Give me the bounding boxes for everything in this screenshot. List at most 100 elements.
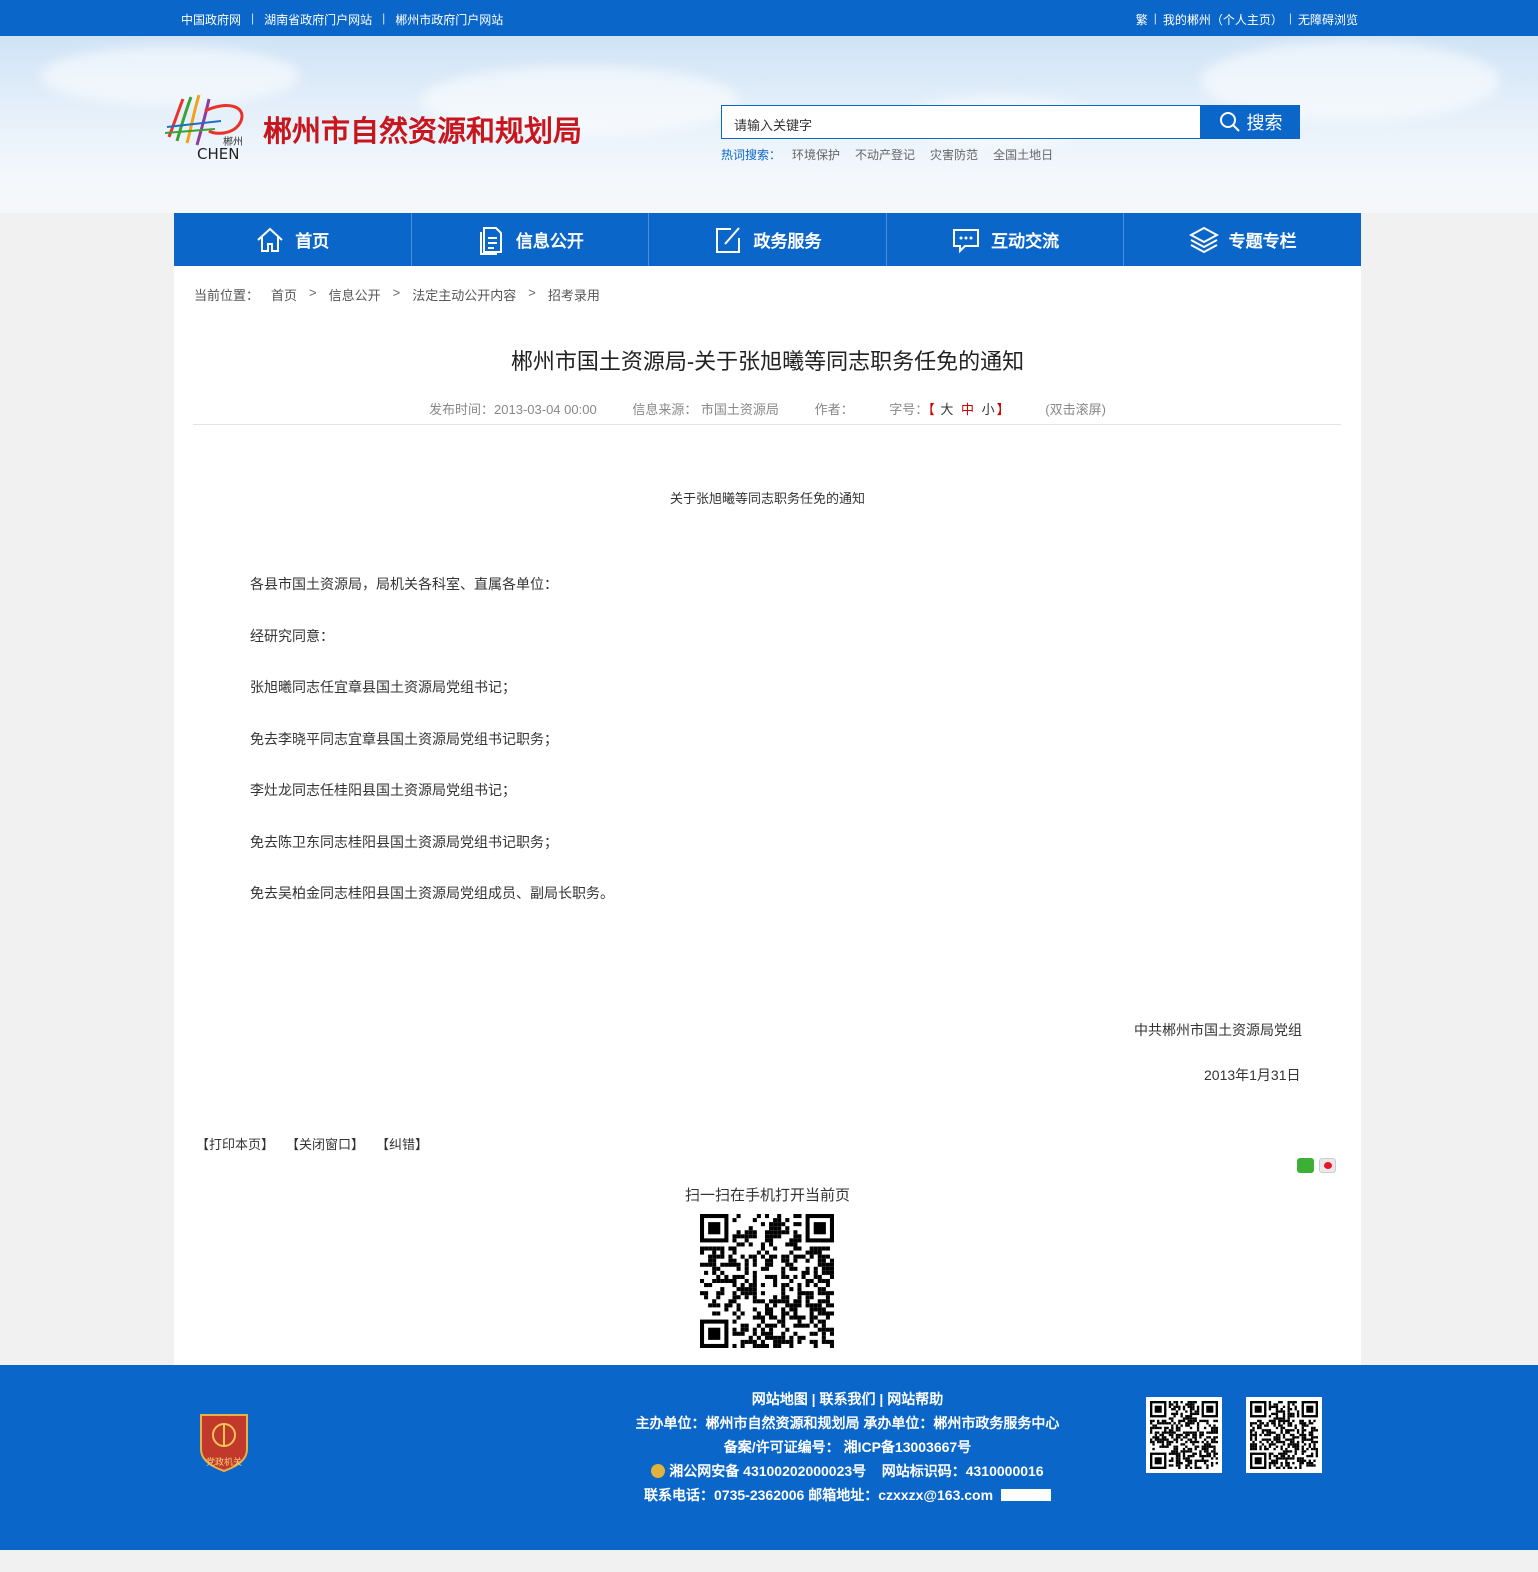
- breadcrumb-legal-content[interactable]: 法定主动公开内容: [412, 285, 516, 304]
- link-hunan-gov[interactable]: 湖南省政府门户网站: [264, 11, 372, 28]
- breadcrumb-sep: >: [528, 285, 536, 300]
- party-gov-badge[interactable]: 党政机关: [197, 1409, 251, 1473]
- footer-site-code: 网站标识码：4310000016: [881, 1463, 1044, 1479]
- search-button[interactable]: 搜索: [1201, 105, 1300, 139]
- breadcrumb-recruitment[interactable]: 招考录用: [548, 285, 600, 304]
- contact-us-link[interactable]: 联系我们: [820, 1391, 876, 1407]
- chat-icon: [953, 228, 980, 253]
- breadcrumb: 当前位置： 首页 > 信息公开 > 法定主动公开内容 > 招考录用: [194, 285, 612, 304]
- logo-en-text: CHEN: [197, 145, 240, 163]
- police-badge-icon: [651, 1464, 666, 1478]
- footer-police-row: 湘公网安备 43100202000023号 网站标识码：4310000016: [630, 1459, 1065, 1483]
- article-paragraph: 免去陈卫东同志桂阳县国土资源局党组书记职务；: [250, 834, 558, 850]
- qr-code-icon: [1250, 1401, 1318, 1469]
- font-size-bracket: 】: [996, 402, 1010, 417]
- font-size-label: 字号：: [889, 402, 929, 417]
- article-meta: 发布时间：2013-03-04 00:00 信息来源： 市国土资源局 作者： 字…: [174, 399, 1361, 418]
- search-input[interactable]: 请输入关键字: [721, 105, 1201, 139]
- publish-time: 发布时间：2013-03-04 00:00: [429, 402, 597, 417]
- meta-divider: [193, 424, 1341, 425]
- print-button[interactable]: 【打印本页】: [196, 1134, 274, 1153]
- double-click-scroll[interactable]: (双击滚屏): [1045, 402, 1106, 417]
- top-right-links: 繁 | 我的郴州（个人主页） | 无障碍浏览: [1136, 11, 1358, 28]
- footer: 党政机关 网站地图 | 联系我们 | 网站帮助 主办单位：郴州市自然资源和规划局…: [0, 1365, 1538, 1550]
- chenzhou-logo[interactable]: 郴州 CHEN: [164, 91, 251, 165]
- article-paragraph: 免去吴柏金同志桂阳县国土资源局党组成员、副局长职务。: [250, 885, 614, 901]
- article-tools: 【打印本页】 【关闭窗口】 【纠错】: [196, 1134, 428, 1153]
- correction-button[interactable]: 【纠错】: [376, 1134, 428, 1153]
- search-icon: [1219, 112, 1240, 132]
- font-size-bracket: 【: [928, 402, 935, 417]
- search-placeholder: 请输入关键字: [734, 118, 813, 133]
- badge-text: 党政机关: [205, 1457, 242, 1467]
- hot-search: 热词搜索： 环境保护 不动产登记 灾害防范 全国土地日: [721, 146, 1053, 163]
- qr-code-icon: [700, 1214, 834, 1348]
- edit-icon: [716, 226, 741, 253]
- site-title[interactable]: 郴州市自然资源和规划局: [263, 108, 582, 150]
- hot-word[interactable]: 全国土地日: [993, 146, 1053, 163]
- separator: |: [251, 11, 255, 25]
- close-window-button[interactable]: 【关闭窗口】: [286, 1134, 364, 1153]
- layers-icon: [1188, 226, 1219, 253]
- certification-icon[interactable]: [1000, 1489, 1051, 1501]
- separator: |: [1153, 11, 1157, 25]
- footer-info: 网站地图 | 联系我们 | 网站帮助 主办单位：郴州市自然资源和规划局 承办单位…: [630, 1387, 1065, 1507]
- footer-host: 主办单位：郴州市自然资源和规划局 承办单位：郴州市政务服务中心: [635, 1415, 1060, 1431]
- separator: |: [382, 11, 386, 25]
- nav-home[interactable]: 首页: [174, 213, 412, 266]
- article-paragraph: 经研究同意：: [250, 628, 334, 644]
- font-size-control: 字号：【 大 中 小】: [889, 402, 1013, 417]
- document-icon: [479, 226, 502, 255]
- hot-word[interactable]: 环境保护: [792, 146, 840, 163]
- sitemap-link[interactable]: 网站地图: [752, 1391, 808, 1407]
- footer-links: 网站地图 | 联系我们 | 网站帮助: [751, 1391, 944, 1407]
- nav-label: 首页: [295, 232, 330, 251]
- footer-contact-row: 联系电话：0735-2362006 邮箱地址：czxxzx@163.com: [630, 1483, 1065, 1507]
- font-size-small[interactable]: 小: [982, 402, 995, 417]
- breadcrumb-sep: >: [309, 285, 317, 300]
- footer-police[interactable]: 湘公网安备 43100202000023号: [669, 1463, 866, 1479]
- main-nav: 首页 信息公开 政务服务 互动交流 专题专栏: [174, 213, 1361, 266]
- scan-text: 扫一扫在手机打开当前页: [684, 1187, 850, 1204]
- nav-interaction[interactable]: 互动交流: [887, 213, 1125, 266]
- nav-special-topics[interactable]: 专题专栏: [1124, 213, 1361, 266]
- breadcrumb-home[interactable]: 首页: [271, 285, 297, 304]
- link-gov-cn[interactable]: 中国政府网: [181, 11, 241, 28]
- nav-label: 专题专栏: [1228, 232, 1297, 251]
- search-button-label: 搜索: [1246, 113, 1283, 133]
- nav-label: 信息公开: [515, 232, 584, 251]
- header: 郴州 CHEN 郴州市自然资源和规划局 请输入关键字 搜索 热词搜索： 环境保护…: [0, 36, 1538, 213]
- footer-qr-code: [1246, 1397, 1322, 1473]
- nav-label: 政务服务: [753, 232, 822, 251]
- footer-icp[interactable]: 备案/许可证编号： 湘ICP备13003667号: [630, 1435, 1065, 1459]
- hot-word[interactable]: 灾害防范: [930, 146, 978, 163]
- share-bar: [1297, 1158, 1336, 1173]
- nav-gov-service[interactable]: 政务服务: [649, 213, 887, 266]
- home-icon: [257, 227, 283, 252]
- content-panel: 当前位置： 首页 > 信息公开 > 法定主动公开内容 > 招考录用 郴州市国土资…: [174, 266, 1361, 1365]
- article-paragraph: 免去李晓平同志宜章县国土资源局党组书记职务；: [250, 731, 558, 747]
- article-paragraph: 李灶龙同志任桂阳县国土资源局党组书记；: [250, 782, 516, 798]
- info-source: 信息来源： 市国土资源局: [632, 402, 779, 417]
- my-chenzhou-link[interactable]: 我的郴州（个人主页）: [1163, 11, 1283, 28]
- link-chenzhou-gov[interactable]: 郴州市政府门户网站: [395, 11, 503, 28]
- breadcrumb-sep: >: [392, 285, 401, 300]
- breadcrumb-info-public[interactable]: 信息公开: [329, 285, 381, 304]
- font-size-medium[interactable]: 中: [961, 402, 974, 417]
- hot-word[interactable]: 不动产登记: [855, 146, 915, 163]
- nav-label: 互动交流: [991, 232, 1060, 251]
- document-title: 关于张旭曦等同志职务任免的通知: [669, 491, 865, 506]
- document-date: 2013年1月31日: [1204, 1067, 1301, 1083]
- nav-info-public[interactable]: 信息公开: [412, 213, 650, 266]
- article-paragraph: 各县市国土资源局，局机关各科室、直属各单位：: [250, 576, 558, 592]
- weibo-share-icon[interactable]: [1319, 1158, 1336, 1173]
- footer-contact: 联系电话：0735-2362006 邮箱地址：czxxzx@163.com: [644, 1487, 994, 1503]
- wechat-share-icon[interactable]: [1297, 1158, 1314, 1173]
- traditional-chinese-link[interactable]: 繁: [1136, 11, 1148, 28]
- footer-qr-code: [1146, 1397, 1222, 1473]
- font-size-large[interactable]: 大: [940, 402, 953, 417]
- help-link[interactable]: 网站帮助: [887, 1391, 943, 1407]
- accessibility-link[interactable]: 无障碍浏览: [1298, 11, 1358, 28]
- qr-code-icon: [1150, 1401, 1218, 1469]
- top-links: 中国政府网 | 湖南省政府门户网站 | 郴州市政府门户网站: [181, 11, 503, 28]
